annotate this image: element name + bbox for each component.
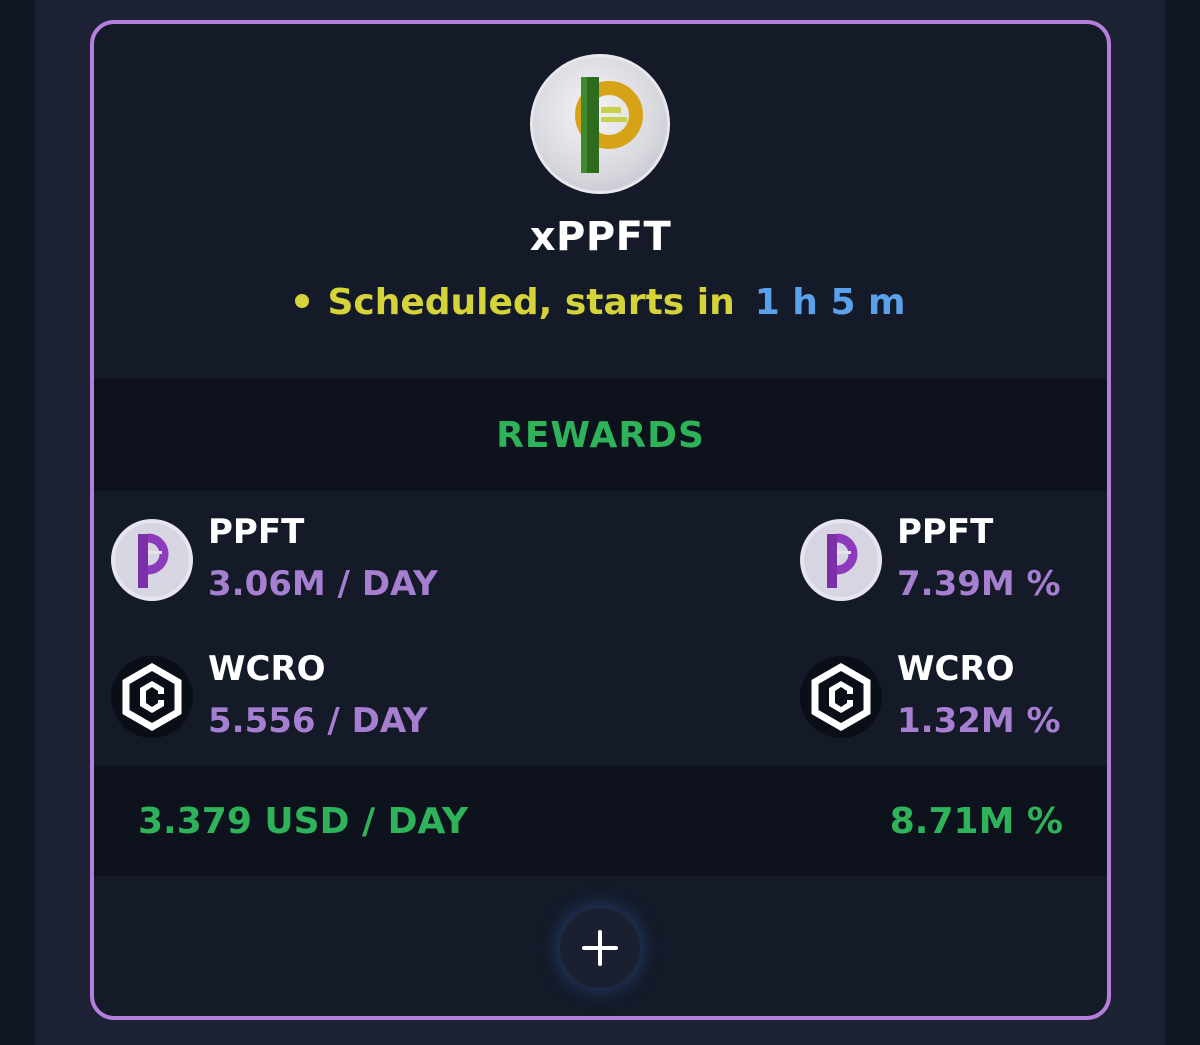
status-line: Scheduled, starts in 1 h 5 m <box>94 282 1107 323</box>
reward-token-label: WCRO <box>208 649 326 689</box>
rewards-total-row: 3.379 USD / DAY 8.71M % <box>94 766 1107 876</box>
add-button[interactable] <box>560 908 640 988</box>
reward-token-value: 5.556 / DAY <box>208 701 428 741</box>
token-name: xPPFT <box>529 214 672 260</box>
rewards-header: REWARDS <box>94 379 1107 491</box>
status-text: Scheduled, starts in <box>327 282 735 323</box>
wcro-icon <box>799 655 883 739</box>
plus-icon <box>582 930 618 966</box>
reward-token-value: 3.06M / DAY <box>208 564 438 604</box>
reward-token-value: 1.32M % <box>897 701 1061 741</box>
status-dot-icon <box>295 294 310 308</box>
ppft-purple-icon <box>799 518 883 602</box>
countdown-time: 1 h 5 m <box>754 282 906 323</box>
total-usd-per-day: 3.379 USD / DAY <box>138 801 469 842</box>
wcro-icon <box>110 655 194 739</box>
reward-token-label: PPFT <box>208 512 305 552</box>
reward-token-label: WCRO <box>897 649 1015 689</box>
ppft-logo-icon <box>530 54 670 194</box>
total-apr-percent: 8.71M % <box>889 801 1063 842</box>
reward-token-value: 7.39M % <box>897 564 1061 604</box>
reward-token-label: PPFT <box>897 512 994 552</box>
ppft-purple-icon <box>110 518 194 602</box>
pool-card: xPPFT Scheduled, starts in 1 h 5 m REWARD… <box>90 20 1111 1020</box>
rewards-title: REWARDS <box>496 415 705 456</box>
